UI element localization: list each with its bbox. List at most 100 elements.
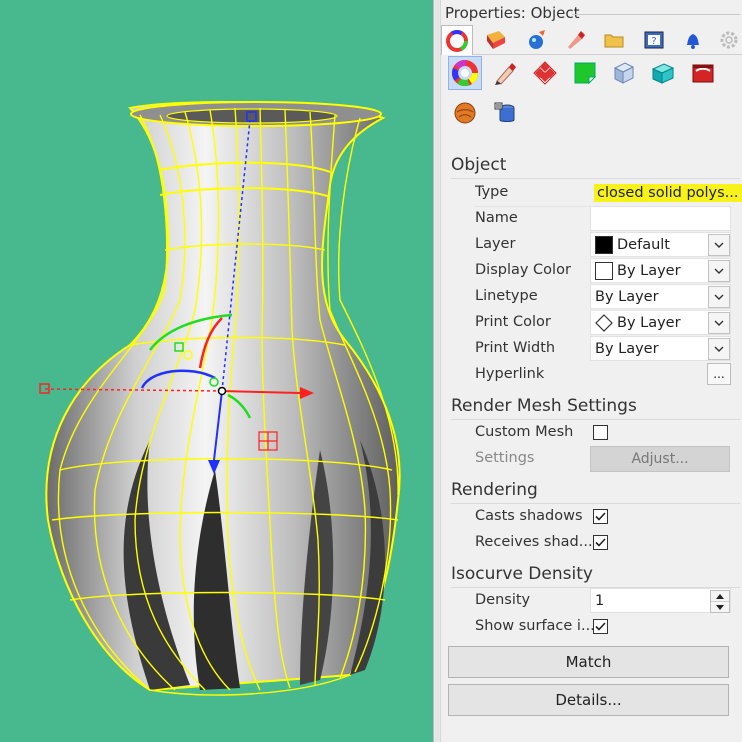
page-object-properties[interactable] bbox=[448, 56, 482, 90]
page-material[interactable] bbox=[488, 56, 522, 90]
help-icon: ? bbox=[644, 31, 664, 49]
print-width-value: By Layer bbox=[595, 341, 659, 357]
display-color-value: By Layer bbox=[617, 263, 681, 279]
casts-shadows-row: Casts shadows bbox=[475, 504, 731, 530]
print-color-dropdown-button[interactable] bbox=[708, 312, 730, 334]
print-width-dropdown-button[interactable] bbox=[708, 338, 730, 360]
tab-materials[interactable] bbox=[480, 25, 512, 55]
vase-model[interactable] bbox=[0, 0, 433, 742]
isocurve-section-title: Isocurve Density bbox=[451, 564, 593, 584]
orange-sphere-icon bbox=[454, 102, 476, 124]
checkmark-icon bbox=[595, 622, 606, 631]
tab-help[interactable]: ? bbox=[638, 25, 670, 55]
tab-notifications[interactable] bbox=[677, 25, 709, 55]
display-color-label: Display Color bbox=[475, 262, 571, 278]
custom-mesh-checkbox[interactable] bbox=[593, 425, 608, 440]
folder-icon bbox=[604, 34, 624, 48]
print-width-select[interactable]: By Layer bbox=[590, 336, 731, 361]
triangle-up-icon bbox=[716, 593, 724, 599]
settings-gear-icon bbox=[720, 31, 738, 49]
chevron-down-icon bbox=[714, 346, 724, 352]
adjust-button[interactable]: Adjust... bbox=[590, 446, 730, 472]
match-button[interactable]: Match bbox=[448, 646, 729, 678]
show-surface-row: Show surface i... bbox=[475, 614, 731, 640]
print-width-label: Print Width bbox=[475, 340, 556, 356]
properties-panel: Properties: Object ? Object Type closed … bbox=[441, 0, 742, 742]
linetype-select[interactable]: By Layer bbox=[590, 284, 731, 309]
page-environment[interactable] bbox=[646, 56, 680, 90]
display-color-select[interactable]: By Layer bbox=[590, 258, 731, 283]
pencil-icon bbox=[495, 63, 516, 85]
red-box-icon bbox=[692, 64, 714, 83]
3d-viewport[interactable] bbox=[0, 0, 433, 742]
receives-shadows-label: Receives shad... bbox=[475, 534, 593, 550]
receives-shadows-checkbox[interactable] bbox=[593, 535, 608, 550]
green-decal-icon bbox=[574, 62, 597, 85]
chevron-down-icon bbox=[714, 320, 724, 326]
page-glass[interactable] bbox=[607, 56, 641, 90]
page-attribute-user-text[interactable] bbox=[488, 96, 522, 130]
linetype-dropdown-button[interactable] bbox=[708, 286, 730, 308]
linetype-row: Linetype By Layer bbox=[475, 284, 731, 310]
receives-shadows-row: Receives shad... bbox=[475, 530, 731, 556]
display-color-dropdown-button[interactable] bbox=[708, 260, 730, 282]
tab-texture-mapping[interactable] bbox=[520, 25, 552, 55]
notification-bell-icon bbox=[687, 34, 699, 49]
type-row: Type closed solid polys... bbox=[475, 180, 742, 206]
page-decal[interactable] bbox=[568, 56, 602, 90]
layer-dropdown-button[interactable] bbox=[708, 234, 730, 256]
display-color-swatch bbox=[595, 262, 613, 280]
diamond-swatch-icon bbox=[595, 314, 613, 332]
cyan-box-icon bbox=[651, 63, 675, 84]
tab-files[interactable] bbox=[598, 25, 630, 55]
page-sphere-material[interactable] bbox=[448, 96, 482, 130]
density-value: 1 bbox=[595, 593, 605, 609]
spin-up-button[interactable] bbox=[711, 591, 729, 602]
linetype-label: Linetype bbox=[475, 288, 538, 304]
display-color-row: Display Color By Layer bbox=[475, 258, 731, 284]
chevron-down-icon bbox=[714, 294, 724, 300]
spin-down-button[interactable] bbox=[711, 602, 729, 613]
panel-splitter[interactable] bbox=[433, 0, 441, 742]
casts-shadows-checkbox[interactable] bbox=[593, 509, 608, 524]
hyperlink-browse-button[interactable]: ... bbox=[707, 363, 731, 385]
chevron-down-icon bbox=[714, 268, 724, 274]
rendering-section-title: Rendering bbox=[451, 480, 538, 500]
settings-label: Settings bbox=[475, 450, 535, 466]
svg-text:?: ? bbox=[651, 36, 656, 47]
layer-value: Default bbox=[617, 237, 670, 253]
print-width-row: Print Width By Layer bbox=[475, 336, 731, 362]
checker-texture-icon bbox=[533, 61, 557, 85]
name-row: Name bbox=[475, 206, 731, 232]
page-texture[interactable] bbox=[528, 56, 562, 90]
show-surface-checkbox[interactable] bbox=[593, 619, 608, 634]
density-row: Density 1 bbox=[475, 588, 731, 614]
render-mesh-section-title: Render Mesh Settings bbox=[451, 396, 637, 416]
custom-mesh-label: Custom Mesh bbox=[475, 424, 574, 440]
checkmark-icon bbox=[595, 512, 606, 521]
details-button[interactable]: Details... bbox=[448, 684, 729, 716]
page-render[interactable] bbox=[686, 56, 720, 90]
name-field[interactable] bbox=[590, 206, 731, 231]
type-value: closed solid polys... bbox=[594, 184, 742, 202]
triangle-down-icon bbox=[716, 605, 724, 610]
print-color-label: Print Color bbox=[475, 314, 551, 330]
tab-decals[interactable] bbox=[559, 25, 591, 55]
linetype-value: By Layer bbox=[595, 289, 659, 305]
density-input[interactable]: 1 bbox=[590, 588, 731, 613]
layer-label: Layer bbox=[475, 236, 516, 252]
casts-shadows-label: Casts shadows bbox=[475, 508, 583, 524]
density-spinner bbox=[710, 590, 730, 613]
panel-tab-bar: ? bbox=[441, 25, 742, 55]
texture-mapping-icon bbox=[529, 30, 545, 49]
layer-select[interactable]: Default bbox=[590, 232, 731, 257]
title-divider bbox=[572, 14, 740, 15]
layer-color-swatch bbox=[595, 236, 613, 254]
layer-row: Layer Default bbox=[475, 232, 731, 258]
show-surface-label: Show surface i... bbox=[475, 618, 595, 634]
print-color-select[interactable]: By Layer bbox=[590, 310, 731, 335]
tab-settings[interactable] bbox=[717, 25, 741, 55]
tab-properties[interactable] bbox=[441, 25, 473, 55]
print-color-row: Print Color By Layer bbox=[475, 310, 731, 336]
panel-title: Properties: Object bbox=[445, 4, 580, 22]
